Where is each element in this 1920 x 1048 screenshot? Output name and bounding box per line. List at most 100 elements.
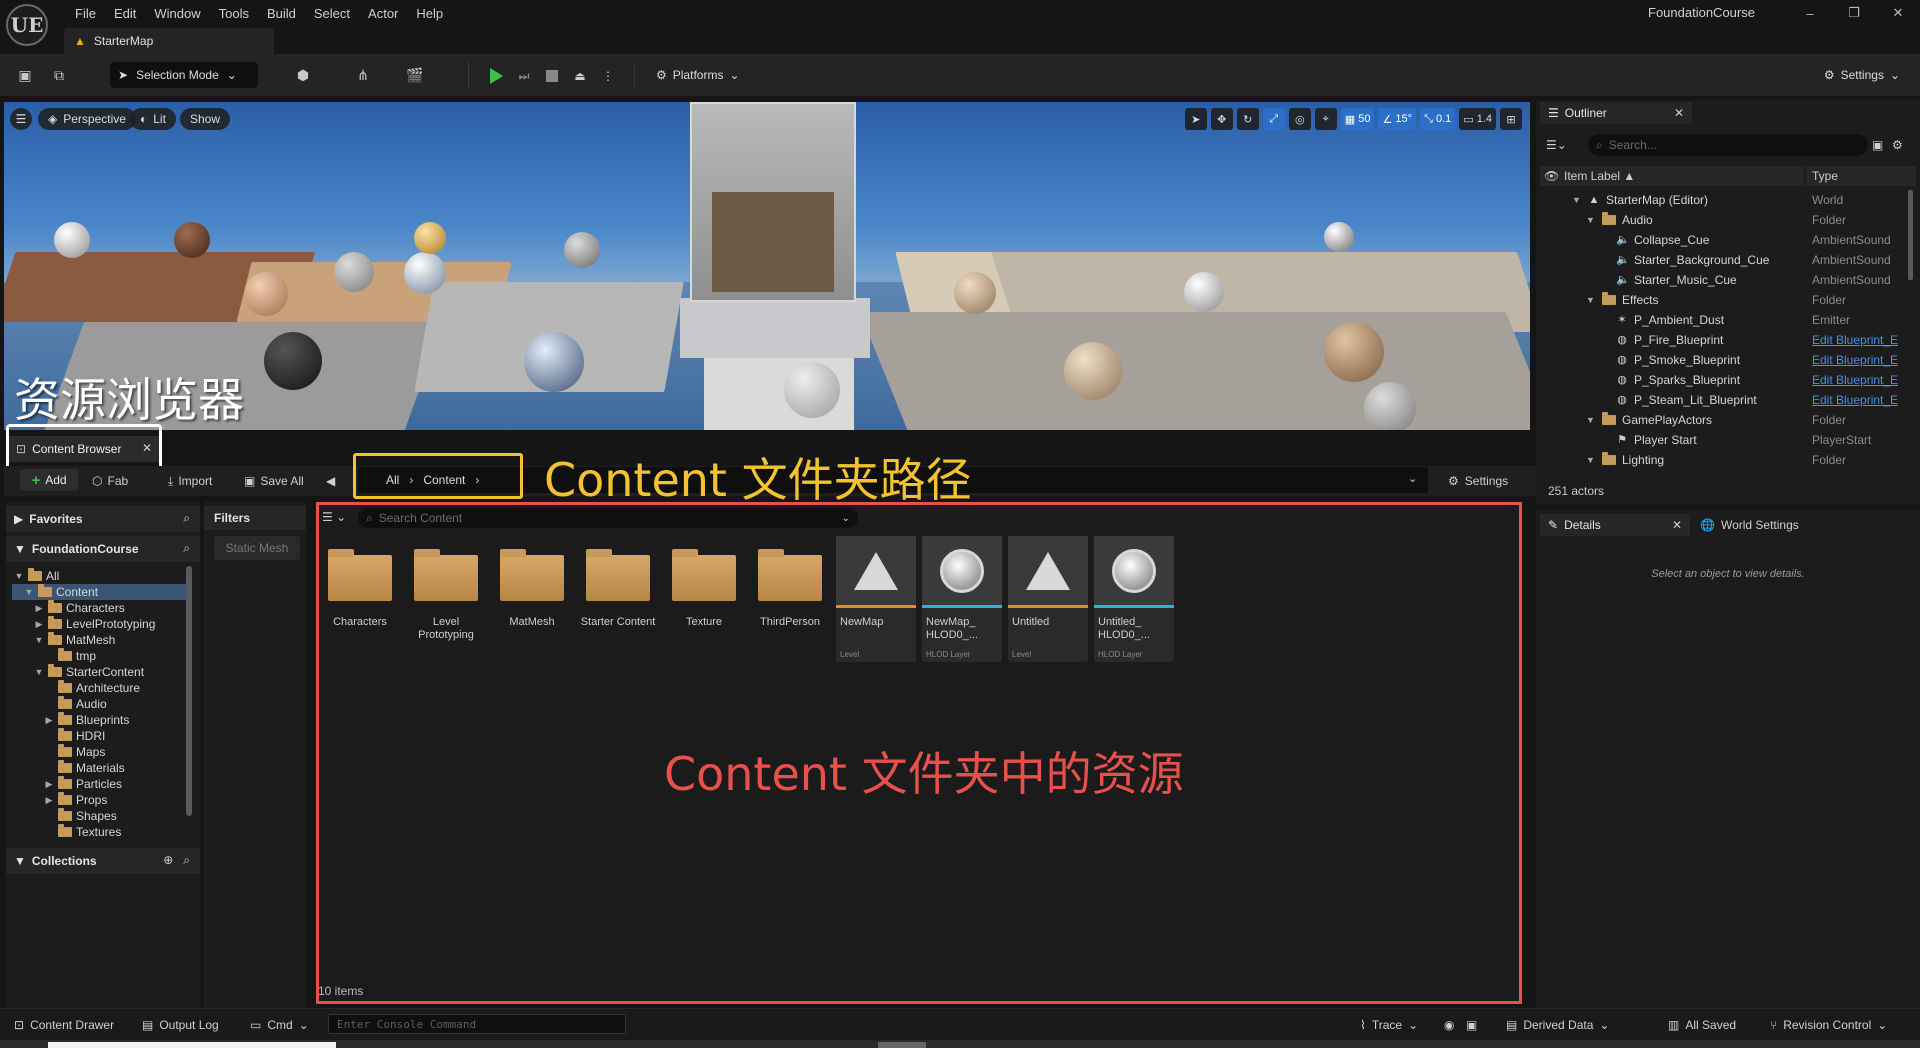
blueprint-menu-icon[interactable]: ⋔ [352,64,374,86]
all-saved-button[interactable]: ▥ All Saved [1668,1016,1736,1034]
fab-button[interactable]: ⬡ Fab [92,470,128,492]
maximize-viewport-icon[interactable]: ⊞ [1500,108,1522,130]
edit-blueprint-link[interactable]: Edit Blueprint_E [1812,353,1898,367]
outliner-row[interactable]: ▼ Effects Folder [1540,290,1916,310]
outliner-row[interactable]: 🔈 Collapse_Cue AmbientSound [1540,230,1916,250]
scale-tool-icon[interactable]: ⤢ [1262,108,1285,130]
outliner-row[interactable]: 🔈 Starter_Background_Cue AmbientSound [1540,250,1916,270]
chevron-down-icon[interactable]: ▼ [1586,295,1596,305]
translate-tool-icon[interactable]: ✥ [1210,108,1233,130]
edit-blueprint-link[interactable]: Edit Blueprint_E [1812,373,1898,387]
asset-search-input[interactable]: ⌕ Search Content ⌄ [358,508,858,528]
filter-chip-static-mesh[interactable]: Static Mesh [214,536,300,560]
add-actor-icon[interactable]: ⬢ [292,64,314,86]
outliner-row[interactable]: ▼ GamePlayActors Folder [1540,410,1916,430]
outliner-search-input[interactable]: ⌕ Search... [1588,134,1868,156]
menu-file[interactable]: File [66,4,105,24]
chevron-down-icon[interactable]: ▼ [24,587,34,597]
folder-tile[interactable]: Characters [320,536,400,662]
chevron-right-icon[interactable]: ▶ [44,795,54,806]
filter-icon[interactable]: ☰ ⌄ [322,510,346,524]
outliner-row[interactable]: ▼ Lighting Folder [1540,450,1916,470]
folder-tile[interactable]: Texture [664,536,744,662]
perspective-button[interactable]: ◈ Perspective [38,108,136,130]
menu-build[interactable]: Build [258,4,305,24]
add-collection-icon[interactable]: ⊕ [163,853,173,868]
favorites-header[interactable]: ▶ Favorites ⌕ [6,506,200,532]
asset-tile[interactable]: Untitled Level [1008,536,1088,662]
stop-icon[interactable] [540,64,564,88]
play-icon[interactable] [484,64,508,88]
outliner-row[interactable]: ◍ P_Steam_Lit_Blueprint Edit Blueprint_E [1540,390,1916,410]
show-button[interactable]: Show [180,108,231,130]
tree-item[interactable]: ▼ MatMesh [34,632,115,648]
chevron-right-icon[interactable]: ▶ [34,603,44,614]
eye-icon[interactable]: 👁 [1544,169,1559,183]
restore-button[interactable]: ❐ [1832,0,1876,26]
record-icon[interactable]: ◉ [1444,1016,1454,1034]
outliner-row[interactable]: ◍ P_Smoke_Blueprint Edit Blueprint_E [1540,350,1916,370]
folder-tile[interactable]: MatMesh [492,536,572,662]
select-tool-icon[interactable]: ➤ [1184,108,1207,130]
menu-edit[interactable]: Edit [105,4,145,24]
more-options-icon[interactable]: ⋮ [596,64,620,88]
coordinate-system-icon[interactable]: ◎ [1288,108,1311,130]
add-folder-icon[interactable]: ▣ [1872,138,1883,152]
tab-world-settings[interactable]: 🌐 World Settings [1700,514,1799,536]
cmd-dropdown[interactable]: ▭ Cmd ⌄ [250,1016,309,1034]
asset-tile[interactable]: NewMap_ HLOD0_... HLOD Layer [922,536,1002,662]
project-header[interactable]: ▼ FoundationCourse ⌕ [6,536,200,562]
tree-item[interactable]: ▶ Props [44,792,107,808]
unreal-logo-icon[interactable]: UE [6,4,48,46]
eject-icon[interactable]: ⏏ [568,64,592,88]
asset-tile[interactable]: Untitled_ HLOD0_... HLOD Layer [1094,536,1174,662]
outliner-scrollbar[interactable] [1908,190,1913,280]
outliner-row[interactable]: 🔈 Starter_Music_Cue AmbientSound [1540,270,1916,290]
menu-help[interactable]: Help [407,4,452,24]
filter-icon[interactable]: ☰⌄ [1546,138,1567,152]
tree-item[interactable]: ▶ Blueprints [44,712,129,728]
menu-tools[interactable]: Tools [210,4,258,24]
tree-item[interactable]: ▼ All [14,568,59,584]
outliner-row[interactable]: ▼ ▲ StarterMap (Editor) World [1540,190,1916,210]
chevron-down-icon[interactable]: ⌄ [842,513,850,524]
screenshot-icon[interactable]: ▣ [1466,1016,1477,1034]
tree-item[interactable]: HDRI [44,728,105,744]
tree-item[interactable]: Audio [44,696,107,712]
browse-icon[interactable]: ⧉ [48,64,70,86]
chevron-down-icon[interactable]: ▼ [1586,215,1596,225]
tab-details[interactable]: ✎ Details ✕ [1540,514,1690,536]
edit-blueprint-link[interactable]: Edit Blueprint_E [1812,333,1898,347]
folder-tile[interactable]: ThirdPerson [750,536,830,662]
tree-item[interactable]: Architecture [44,680,140,696]
minimize-button[interactable]: – [1788,0,1832,26]
folder-tile[interactable]: Level Prototyping [406,536,486,662]
chevron-down-icon[interactable]: ▼ [1572,195,1582,205]
tree-item[interactable]: ▼ Content [24,584,98,600]
menu-window[interactable]: Window [145,4,209,24]
search-icon[interactable]: ⌕ [183,541,190,556]
search-icon[interactable]: ⌕ [183,853,190,868]
chevron-down-icon[interactable]: ▼ [34,635,44,645]
tree-item[interactable]: Shapes [44,808,117,824]
chevron-right-icon[interactable]: ▶ [44,715,54,726]
trace-dropdown[interactable]: ⌇ Trace ⌄ [1360,1016,1418,1034]
chevron-down-icon[interactable]: ⌄ [1408,472,1417,485]
import-button[interactable]: ⤓ Import [168,470,212,492]
save-all-button[interactable]: ▣ Save All [244,470,304,492]
chevron-right-icon[interactable]: ▶ [34,619,44,630]
chevron-down-icon[interactable]: ▼ [1586,455,1596,465]
tree-scrollbar[interactable] [186,566,192,816]
menu-actor[interactable]: Actor [359,4,407,24]
folder-tile[interactable]: Starter Content [578,536,658,662]
tree-item[interactable]: Textures [44,824,121,840]
viewport-menu-button[interactable]: ☰ [10,108,32,130]
outliner-row[interactable]: ▼ Audio Folder [1540,210,1916,230]
selection-mode-dropdown[interactable]: ➤ Selection Mode ⌄ [110,62,258,88]
tab-startermap[interactable]: ▲ StarterMap [64,28,274,54]
column-type[interactable]: Type [1806,166,1916,186]
chevron-down-icon[interactable]: ▼ [1586,415,1596,425]
outliner-row[interactable]: ✶ P_Ambient_Dust Emitter [1540,310,1916,330]
tree-item[interactable]: Materials [44,760,125,776]
chevron-down-icon[interactable]: ▼ [14,571,24,581]
